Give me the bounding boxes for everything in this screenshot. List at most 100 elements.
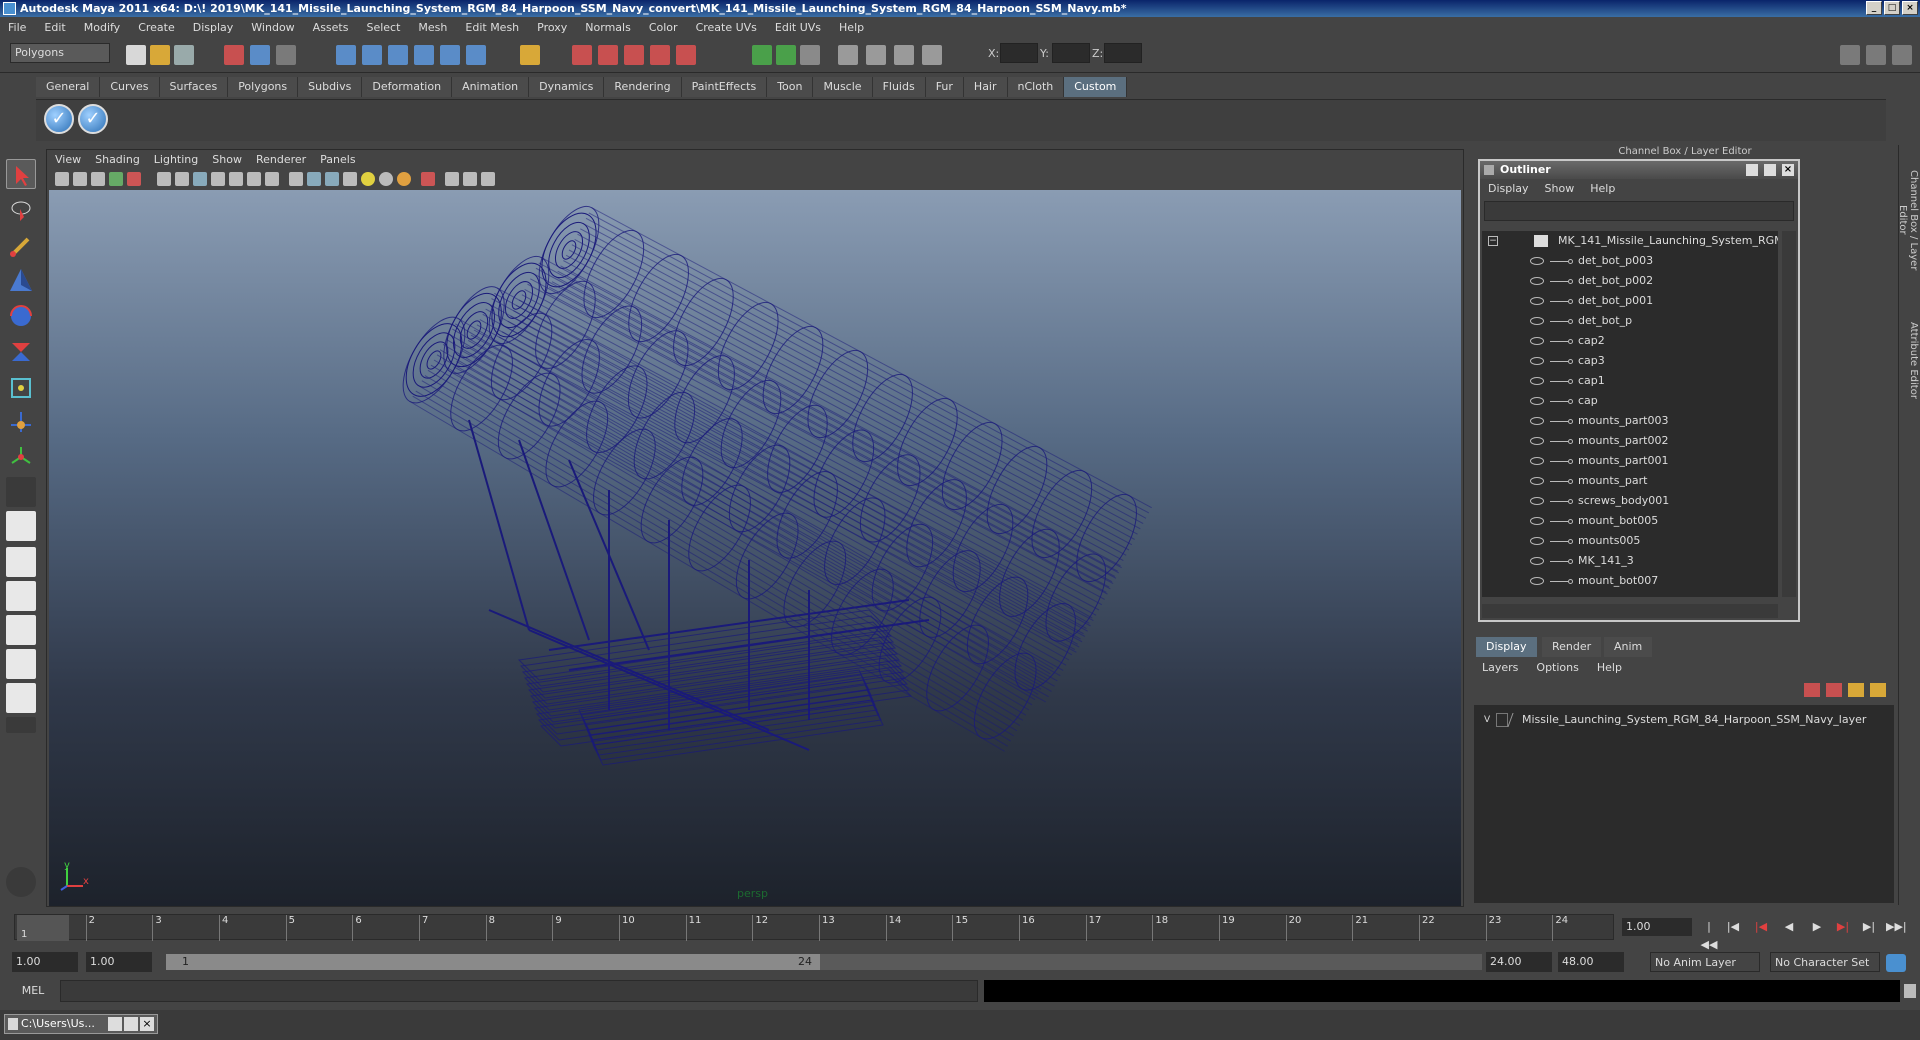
shelf-tab-fluids[interactable]: Fluids <box>872 77 926 97</box>
select-hierarchy-icon[interactable] <box>224 45 244 65</box>
layout-outliner-icon[interactable] <box>6 581 36 611</box>
menu-modify[interactable]: Modify <box>84 21 120 34</box>
display-layer-icon[interactable] <box>866 45 886 65</box>
shelf-tab-ncloth[interactable]: nCloth <box>1007 77 1065 97</box>
outliner-item[interactable]: mounts_part002 <box>1482 431 1778 451</box>
maximize-button[interactable]: □ <box>1884 1 1900 15</box>
wireframe-icon[interactable] <box>289 172 303 186</box>
outliner-item[interactable]: cap2 <box>1482 331 1778 351</box>
range-bar[interactable]: 1 24 <box>166 954 1482 970</box>
go-to-start-icon[interactable]: |◀◀ <box>1700 918 1718 951</box>
menu-select[interactable]: Select <box>366 21 400 34</box>
step-back-key-icon[interactable]: |◀ <box>1752 918 1770 936</box>
shelf-tab-general[interactable]: General <box>36 77 101 97</box>
custom-check-icon[interactable]: ✓ <box>44 104 74 134</box>
viewport-menu-show[interactable]: Show <box>212 153 242 166</box>
layout-single-icon[interactable] <box>6 511 36 541</box>
restore-window-icon[interactable] <box>108 1017 122 1031</box>
outliner-item[interactable]: cap3 <box>1482 351 1778 371</box>
wireframe-toggle-icon[interactable] <box>894 45 914 65</box>
outliner-vertical-scrollbar[interactable] <box>1782 231 1796 597</box>
rotate-tool-icon[interactable] <box>6 301 36 331</box>
close-window-icon[interactable]: × <box>140 1017 154 1031</box>
2d-pan-icon[interactable] <box>127 172 141 186</box>
playhead[interactable]: 1 <box>17 915 69 941</box>
render-view-icon[interactable] <box>676 45 696 65</box>
menu-assets[interactable]: Assets <box>313 21 349 34</box>
image-plane-icon[interactable] <box>109 172 123 186</box>
field-chart-icon[interactable] <box>229 172 243 186</box>
shelf-tab-surfaces[interactable]: Surfaces <box>159 77 229 97</box>
command-input[interactable] <box>60 980 978 1002</box>
x-field[interactable] <box>1000 43 1038 63</box>
layer-visibility-toggle[interactable]: V <box>1484 711 1490 729</box>
script-editor-button-icon[interactable] <box>1904 984 1916 998</box>
shelf-tab-painteffects[interactable]: PaintEffects <box>681 77 768 97</box>
outliner-item[interactable]: mounts005 <box>1482 531 1778 551</box>
move-layer-down-icon[interactable] <box>1870 683 1886 697</box>
minimize-button[interactable]: _ <box>1866 1 1882 15</box>
snap-grid-icon[interactable] <box>336 45 356 65</box>
new-layer-icon[interactable] <box>1804 683 1820 697</box>
paint-select-tool-icon[interactable] <box>6 231 36 261</box>
shelf-tab-curves[interactable]: Curves <box>100 77 160 97</box>
play-backward-icon[interactable]: ◀ <box>1780 918 1798 936</box>
viewport-menu-lighting[interactable]: Lighting <box>154 153 198 166</box>
resolution-gate-icon[interactable] <box>193 172 207 186</box>
show-manipulator-icon[interactable] <box>6 441 36 471</box>
shelf-tab-dynamics[interactable]: Dynamics <box>529 77 605 97</box>
side-tab-channel-box[interactable]: Channel Box / Layer Editor <box>1897 155 1919 285</box>
camera-icon[interactable] <box>838 45 858 65</box>
bookmarks-icon[interactable] <box>91 172 105 186</box>
shadows-icon[interactable] <box>397 172 411 186</box>
select-object-icon[interactable] <box>250 45 270 65</box>
side-tab-attribute-editor[interactable]: Attribute Editor <box>1901 315 1919 405</box>
lock-camera-icon[interactable] <box>73 172 87 186</box>
render-frame-icon[interactable] <box>572 45 592 65</box>
select-component-icon[interactable] <box>276 45 296 65</box>
snap-plane-icon[interactable] <box>414 45 434 65</box>
menu-set-dropdown[interactable]: Polygons <box>10 43 110 63</box>
new-scene-icon[interactable] <box>126 45 146 65</box>
select-tool-icon[interactable] <box>6 159 36 189</box>
menu-normals[interactable]: Normals <box>585 21 631 34</box>
smooth-shade-icon[interactable] <box>307 172 321 186</box>
layer-menu-help[interactable]: Help <box>1597 661 1622 674</box>
film-gate-icon[interactable] <box>175 172 189 186</box>
layer-tab-anim[interactable]: Anim <box>1604 637 1653 657</box>
move-layer-up-icon[interactable] <box>1848 683 1864 697</box>
outliner-horizontal-scrollbar[interactable] <box>1482 604 1778 618</box>
step-forward-icon[interactable]: ▶| <box>1860 918 1878 936</box>
menu-edit[interactable]: Edit <box>44 21 65 34</box>
toggle-tool-settings-icon[interactable] <box>1866 45 1886 65</box>
z-field[interactable] <box>1104 43 1142 63</box>
outliner-item[interactable]: mount_bot005 <box>1482 511 1778 531</box>
outliner-menu-help[interactable]: Help <box>1590 182 1615 195</box>
playback-start-field[interactable]: 1.00 <box>86 952 152 972</box>
character-set-dropdown[interactable]: No Character Set <box>1770 952 1880 972</box>
mel-label[interactable]: MEL <box>10 980 56 1002</box>
output-ops-icon[interactable] <box>776 45 796 65</box>
outliner-item[interactable]: det_bot_p <box>1482 311 1778 331</box>
outliner-item[interactable]: cap1 <box>1482 371 1778 391</box>
new-layer-selected-icon[interactable] <box>1826 683 1842 697</box>
menu-proxy[interactable]: Proxy <box>537 21 567 34</box>
y-field[interactable] <box>1052 43 1090 63</box>
viewport-menu-panels[interactable]: Panels <box>320 153 355 166</box>
shelf-tab-deformation[interactable]: Deformation <box>362 77 453 97</box>
textured-icon[interactable] <box>343 172 357 186</box>
xray-joints-icon[interactable] <box>463 172 477 186</box>
time-ruler[interactable]: 1234567891011121314151617181920212223241 <box>14 914 1614 941</box>
maximize-window-icon[interactable] <box>124 1017 138 1031</box>
menu-file[interactable]: File <box>8 21 26 34</box>
outliner-item[interactable]: det_bot_p002 <box>1482 271 1778 291</box>
lock-icon[interactable] <box>520 45 540 65</box>
safe-action-icon[interactable] <box>247 172 261 186</box>
layout-four-icon[interactable] <box>6 547 36 577</box>
layout-more-icon[interactable] <box>6 717 36 733</box>
gate-mask-icon[interactable] <box>211 172 225 186</box>
snap-curve-icon[interactable] <box>362 45 382 65</box>
shelf-tab-hair[interactable]: Hair <box>963 77 1008 97</box>
grid-icon[interactable] <box>157 172 171 186</box>
outliner-item[interactable]: mounts_part001 <box>1482 451 1778 471</box>
